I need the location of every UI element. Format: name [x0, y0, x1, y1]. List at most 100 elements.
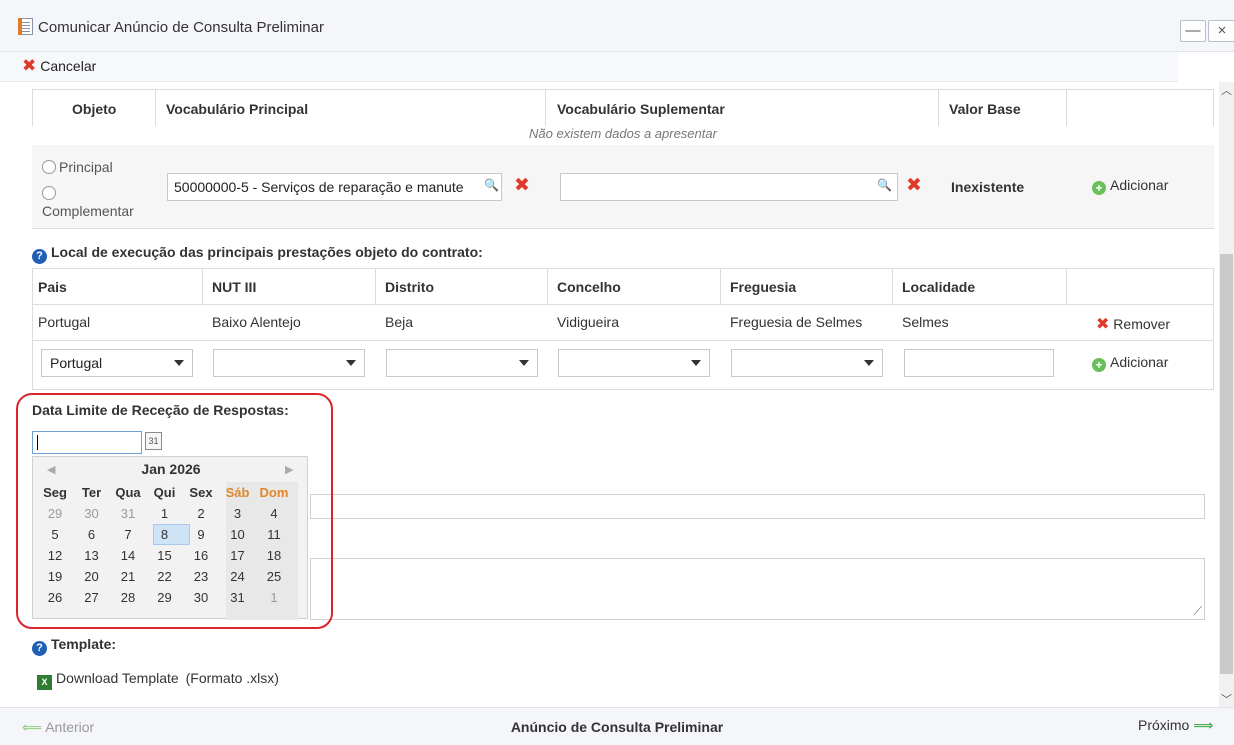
- clear-suplementar-icon[interactable]: ✖: [906, 174, 922, 197]
- header-freguesia: Freguesia: [730, 279, 797, 295]
- search-icon[interactable]: 🔍: [484, 178, 499, 192]
- text-field[interactable]: [310, 494, 1205, 519]
- remove-button[interactable]: ✖ Remover: [1096, 314, 1170, 334]
- table-border: [155, 90, 156, 126]
- remove-label: Remover: [1113, 316, 1171, 332]
- next-button[interactable]: Próximo ⟹: [1138, 717, 1213, 734]
- radio-complementar[interactable]: [42, 185, 59, 201]
- location-title-text: Local de execução das principais prestaç…: [51, 244, 483, 260]
- cell-concelho: Vidigueira: [557, 314, 620, 330]
- table-border: [1213, 268, 1214, 390]
- location-section-title: ? Local de execução das principais presta…: [32, 244, 483, 264]
- table-border: [32, 340, 1214, 341]
- chevron-down-icon: [346, 360, 356, 366]
- concelho-select[interactable]: [558, 349, 710, 377]
- scroll-thumb[interactable]: [1220, 254, 1233, 674]
- template-label-text: Template:: [51, 636, 117, 652]
- download-template-link[interactable]: X Download Template (Formato .xlsx): [37, 670, 279, 690]
- scroll-up-icon[interactable]: ︿: [1219, 82, 1234, 98]
- add-icon: +: [1092, 181, 1106, 195]
- localidade-input[interactable]: [904, 349, 1054, 377]
- table-border: [32, 228, 1214, 229]
- header-vocabulario-principal: Vocabulário Principal: [166, 101, 309, 117]
- table-border: [32, 268, 33, 390]
- chevron-down-icon: [691, 360, 701, 366]
- chevron-down-icon: [174, 360, 184, 366]
- valor-base-value: Inexistente: [951, 179, 1025, 195]
- chevron-down-icon: [864, 360, 874, 366]
- document-icon: [18, 18, 33, 35]
- cancel-button[interactable]: ✖ Cancelar: [22, 56, 97, 75]
- header-concelho: Concelho: [557, 279, 621, 295]
- window-title: Comunicar Anúncio de Consulta Preliminar: [38, 19, 324, 36]
- header-pais: Pais: [38, 279, 67, 295]
- vocabulario-suplementar-input[interactable]: [560, 173, 898, 201]
- wizard-footer: ⟸ Anterior Anúncio de Consulta Prelimina…: [0, 707, 1234, 745]
- template-format: (Formato .xlsx): [185, 670, 279, 686]
- header-objeto: Objeto: [72, 101, 117, 117]
- vertical-scrollbar[interactable]: ︿ ﹀: [1219, 82, 1234, 707]
- cell-localidade: Selmes: [902, 314, 949, 330]
- header-distrito: Distrito: [385, 279, 434, 295]
- table-border: [32, 389, 1214, 390]
- close-button[interactable]: ×: [1208, 20, 1234, 42]
- textarea-field[interactable]: ⟋: [310, 558, 1205, 620]
- help-icon[interactable]: ?: [32, 641, 47, 656]
- cell-freguesia: Freguesia de Selmes: [730, 314, 863, 330]
- cell-nut: Baixo Alentejo: [212, 314, 301, 330]
- radio-principal-icon[interactable]: [42, 160, 56, 174]
- search-icon[interactable]: 🔍: [877, 178, 892, 192]
- chevron-down-icon: [519, 360, 529, 366]
- remove-icon: ✖: [1096, 316, 1110, 333]
- header-nut: NUT III: [212, 279, 257, 295]
- table-border: [545, 90, 546, 126]
- freguesia-select[interactable]: [731, 349, 883, 377]
- table-border: [375, 268, 376, 304]
- next-label: Próximo: [1138, 717, 1190, 733]
- add-vocab-button[interactable]: + Adicionar: [1092, 177, 1168, 195]
- window-titlebar: Comunicar Anúncio de Consulta Preliminar…: [0, 0, 1234, 52]
- vocabulario-principal-input[interactable]: 50000000-5 - Serviços de reparação e man…: [167, 173, 502, 201]
- cell-distrito: Beja: [385, 314, 414, 330]
- excel-icon: X: [37, 675, 52, 690]
- pais-select-value: Portugal: [50, 355, 103, 371]
- radio-complementar-label: Complementar: [42, 203, 134, 219]
- distrito-select[interactable]: [386, 349, 538, 377]
- header-valor-base: Valor Base: [949, 101, 1021, 117]
- table-border: [938, 90, 939, 126]
- help-icon[interactable]: ?: [32, 249, 47, 264]
- resize-handle-icon[interactable]: ⟋: [1194, 604, 1202, 619]
- add-vocab-label: Adicionar: [1110, 177, 1169, 193]
- toolbar: ✖ Cancelar: [0, 52, 1178, 82]
- table-border: [202, 268, 203, 304]
- cell-pais: Portugal: [38, 314, 91, 330]
- pais-select[interactable]: Portugal: [41, 349, 193, 377]
- wizard-step-title: Anúncio de Consulta Preliminar: [510, 719, 724, 735]
- clear-principal-icon[interactable]: ✖: [514, 174, 530, 197]
- scroll-down-icon[interactable]: ﹀: [1219, 691, 1234, 707]
- nut-select[interactable]: [213, 349, 365, 377]
- add-icon: +: [1092, 358, 1106, 372]
- highlight-annotation: [16, 393, 333, 629]
- minimize-button[interactable]: —: [1180, 20, 1206, 42]
- header-localidade: Localidade: [902, 279, 976, 295]
- table-border: [32, 268, 1214, 269]
- radio-principal[interactable]: Principal: [42, 159, 113, 175]
- radio-principal-label: Principal: [59, 159, 113, 175]
- empty-table-message: Não existem dados a apresentar: [32, 126, 1214, 145]
- cancel-label: Cancelar: [40, 58, 97, 74]
- template-label: ? Template:: [32, 636, 116, 656]
- download-template-label: Download Template: [56, 670, 179, 686]
- header-vocabulario-suplementar: Vocabulário Suplementar: [557, 101, 725, 117]
- table-border: [720, 268, 721, 304]
- radio-complementar-icon[interactable]: [42, 186, 56, 200]
- arrow-right-icon: ⟹: [1193, 717, 1214, 733]
- table-border: [32, 304, 1214, 305]
- add-location-label: Adicionar: [1110, 354, 1169, 370]
- table-border: [1066, 268, 1067, 304]
- table-border: [547, 268, 548, 304]
- table-border: [892, 268, 893, 304]
- cancel-icon: ✖: [22, 56, 37, 75]
- table-border: [1066, 90, 1067, 126]
- add-location-button[interactable]: + Adicionar: [1092, 354, 1168, 372]
